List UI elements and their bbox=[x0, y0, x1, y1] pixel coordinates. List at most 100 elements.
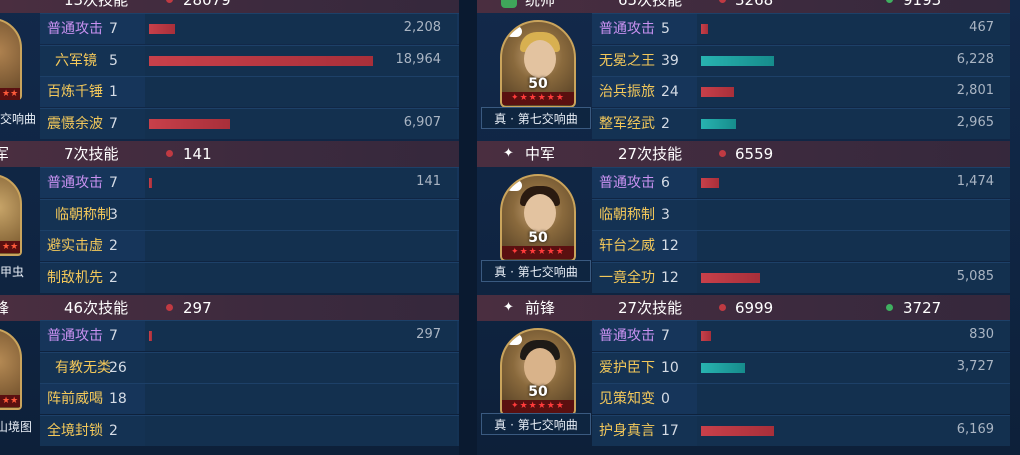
normal-attack-label[interactable]: 普通攻击 bbox=[47, 19, 103, 39]
skill-name[interactable]: 全境封锁 bbox=[47, 421, 103, 441]
skill-name[interactable]: 临朝称制 bbox=[599, 205, 655, 225]
group-header: ✦ 前锋 27次技能 6999 3727 bbox=[477, 295, 1010, 321]
skill-cast-count: 7 bbox=[109, 175, 118, 191]
skill-name[interactable]: 六军镜 bbox=[55, 51, 97, 71]
damage-bar-track: 1,474 bbox=[697, 168, 1010, 198]
skill-count: 13次技能 bbox=[64, 0, 129, 9]
skill-row: 整军经武 2 2,965 bbox=[592, 107, 1010, 139]
skill-row: 爱护臣下 10 3,727 bbox=[592, 351, 1010, 383]
damage-bar bbox=[149, 118, 230, 129]
skill-row: 阵前威喝 18 bbox=[40, 383, 459, 414]
damage-bar-track: 297 bbox=[145, 321, 457, 351]
damage-dot-icon bbox=[719, 304, 726, 311]
skill-name[interactable]: 临朝称制 bbox=[55, 205, 111, 225]
skill-cast-count: 10 bbox=[661, 359, 679, 376]
damage-value: 141 bbox=[416, 174, 441, 189]
skill-name[interactable]: 见策知变 bbox=[599, 389, 655, 409]
skill-cast-count: 3 bbox=[661, 206, 670, 223]
skill-name[interactable]: 治兵振旅 bbox=[599, 82, 655, 102]
damage-bar-track: 3,727 bbox=[697, 352, 1010, 383]
skill-name[interactable]: 有教无类 bbox=[55, 358, 111, 378]
normal-attack-label[interactable]: 普通攻击 bbox=[599, 173, 655, 193]
heal-total: 3727 bbox=[903, 299, 942, 317]
skill-name[interactable]: 爱护臣下 bbox=[599, 358, 655, 378]
skill-row: 普通攻击 7 297 bbox=[40, 320, 459, 351]
damage-value: 297 bbox=[416, 327, 441, 342]
skill-count: 27次技能 bbox=[618, 145, 683, 163]
skill-name[interactable]: 百炼千锤 bbox=[47, 82, 103, 102]
skill-row: 普通攻击 7 141 bbox=[40, 167, 459, 198]
normal-attack-label[interactable]: 普通攻击 bbox=[47, 326, 103, 346]
skill-row: 一竟全功 12 5,085 bbox=[592, 261, 1010, 293]
star-rating: ✦★★★★★ bbox=[502, 92, 574, 105]
skill-name[interactable]: 震慑余波 bbox=[47, 114, 103, 134]
skill-count: 46次技能 bbox=[64, 299, 129, 317]
damage-bar-track: 2,208 bbox=[145, 14, 457, 44]
role-label: 锋 bbox=[0, 299, 10, 317]
skill-name[interactable]: 避实击虚 bbox=[47, 236, 103, 256]
damage-bar-track bbox=[145, 199, 457, 230]
skill-cast-count: 26 bbox=[109, 359, 127, 376]
star-rating: ✦★★★★★ bbox=[502, 246, 574, 259]
skill-name[interactable]: 阵前威喝 bbox=[47, 389, 103, 409]
damage-dot-icon bbox=[166, 150, 173, 157]
skill-row: 有教无类 26 bbox=[40, 351, 459, 383]
damage-total: 6999 bbox=[735, 299, 774, 317]
general-level: 50 bbox=[528, 230, 548, 246]
skill-row: 护身真言 17 6,169 bbox=[592, 414, 1010, 446]
skill-name[interactable]: 制敌机先 bbox=[47, 268, 103, 288]
general-portrait[interactable]: 50 ✦★★★★★ bbox=[500, 174, 576, 262]
damage-bar bbox=[701, 331, 711, 341]
skill-row: 普通攻击 6 1,474 bbox=[592, 167, 1010, 198]
group-header: 军 7次技能 141 bbox=[0, 141, 459, 167]
damage-total: 297 bbox=[183, 299, 212, 317]
normal-attack-label[interactable]: 普通攻击 bbox=[47, 173, 103, 193]
skill-cast-count: 1 bbox=[109, 84, 118, 100]
role-label: 军 bbox=[0, 145, 10, 163]
skill-cast-count: 0 bbox=[661, 391, 670, 407]
star-rating: ★★ bbox=[0, 88, 21, 100]
skill-name[interactable]: 一竟全功 bbox=[599, 268, 655, 288]
damage-dot-icon bbox=[166, 0, 173, 3]
damage-bar bbox=[149, 331, 152, 341]
damage-bar bbox=[701, 272, 761, 283]
skill-row: 见策知变 0 bbox=[592, 383, 1010, 414]
skill-count: 65次技能 bbox=[618, 0, 683, 9]
general-portrait[interactable]: 50 ✦★★★★★ bbox=[500, 20, 576, 108]
group-header: 13次技能 28079 bbox=[0, 0, 459, 13]
normal-attack-label[interactable]: 普通攻击 bbox=[599, 19, 655, 39]
group-header: ✦ 中军 27次技能 6559 bbox=[477, 141, 1010, 167]
damage-total: 3268 bbox=[735, 0, 774, 9]
skill-row: 无冕之王 39 6,228 bbox=[592, 44, 1010, 76]
skill-name[interactable]: 无冕之王 bbox=[599, 51, 655, 71]
damage-value: 6,907 bbox=[403, 114, 441, 130]
star-rating: ✦★★★★★ bbox=[502, 400, 574, 413]
skill-name[interactable]: 轩台之威 bbox=[599, 236, 655, 256]
unit-type-icon bbox=[506, 180, 522, 191]
damage-dot-icon bbox=[719, 0, 726, 3]
damage-bar bbox=[701, 87, 734, 97]
skill-cast-count: 12 bbox=[661, 269, 679, 286]
skill-row: 六军镜 5 18,964 bbox=[40, 44, 459, 76]
formation-label: 真 · 第七交响曲 bbox=[481, 107, 591, 129]
skill-row: 普通攻击 7 2,208 bbox=[40, 13, 459, 44]
normal-attack-label[interactable]: 普通攻击 bbox=[599, 326, 655, 346]
skill-name[interactable]: 整军经武 bbox=[599, 114, 655, 134]
skill-row: 普通攻击 5 467 bbox=[592, 13, 1010, 44]
damage-value: 3,727 bbox=[956, 358, 994, 374]
damage-value: 2,208 bbox=[403, 20, 441, 35]
formation-label: 山境图 bbox=[0, 420, 33, 434]
skill-row: 临朝称制 3 bbox=[592, 198, 1010, 230]
heal-total: 9193 bbox=[903, 0, 942, 9]
damage-value: 18,964 bbox=[395, 51, 442, 67]
formation-label: 甲虫 bbox=[0, 265, 25, 279]
general-portrait[interactable]: 50 ✦★★★★★ bbox=[500, 328, 576, 416]
skill-name[interactable]: 护身真言 bbox=[599, 421, 655, 441]
damage-bar bbox=[701, 178, 719, 188]
star-rating: ★★ bbox=[0, 241, 21, 253]
skill-row: 普通攻击 7 830 bbox=[592, 320, 1010, 351]
skill-cast-count: 7 bbox=[109, 21, 118, 37]
skill-cast-count: 18 bbox=[109, 391, 127, 407]
skill-row: 临朝称制 3 bbox=[40, 198, 459, 230]
damage-bar bbox=[701, 24, 708, 34]
